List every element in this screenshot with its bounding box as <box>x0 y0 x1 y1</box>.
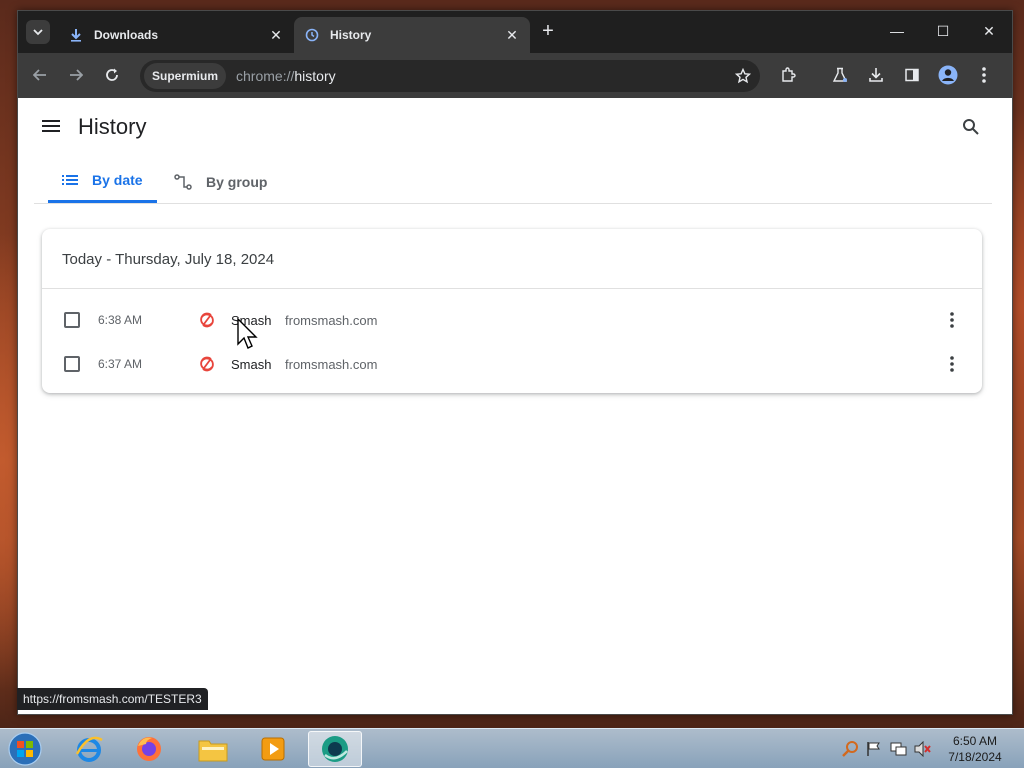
more-actions-icon[interactable] <box>942 310 962 330</box>
tab-downloads[interactable]: Downloads ✕ <box>58 17 294 53</box>
entry-domain: fromsmash.com <box>285 356 378 372</box>
date-group-header: Today - Thursday, July 18, 2024 <box>62 251 275 268</box>
extensions-icon[interactable] <box>776 63 800 87</box>
menu-kebab-icon[interactable] <box>972 63 996 87</box>
back-button[interactable] <box>28 63 52 87</box>
search-tray-icon[interactable] <box>842 741 860 757</box>
entry-checkbox[interactable] <box>64 312 80 328</box>
action-center-flag-icon[interactable] <box>866 741 884 757</box>
history-page: History By date By group Today - Thursda… <box>18 98 1012 714</box>
close-icon[interactable]: ✕ <box>504 27 520 44</box>
windows-orb-icon <box>8 732 42 766</box>
smash-favicon-icon <box>198 311 216 329</box>
history-tabs: By date By group <box>34 160 992 204</box>
more-actions-icon[interactable] <box>942 354 962 374</box>
chevron-down-icon <box>33 29 43 36</box>
side-panel-icon[interactable] <box>900 63 924 87</box>
history-icon <box>304 27 320 43</box>
smash-favicon-icon <box>198 355 216 373</box>
tab-label: By group <box>206 173 268 190</box>
url-path: history <box>294 68 336 84</box>
downloads-toolbar-icon[interactable] <box>864 63 888 87</box>
entry-time: 6:37 AM <box>98 357 143 371</box>
tab-by-date[interactable]: By date <box>48 160 157 203</box>
reload-icon <box>106 68 118 81</box>
arrow-left-icon <box>33 69 46 81</box>
browser-toolbar: Supermium chrome://history <box>18 53 1012 98</box>
minimize-button[interactable]: — <box>874 11 920 51</box>
start-button[interactable] <box>6 731 46 767</box>
download-icon <box>68 27 84 43</box>
tab-search-button[interactable] <box>26 20 50 44</box>
close-icon[interactable]: ✕ <box>268 27 284 44</box>
media-player-icon[interactable] <box>246 731 300 767</box>
supermium-icon <box>322 736 348 762</box>
bookmark-star-icon[interactable] <box>732 65 754 87</box>
supermium-browser-taskbar-button[interactable] <box>308 731 362 767</box>
entry-time: 6:38 AM <box>98 313 143 327</box>
tab-title: History <box>330 28 372 42</box>
history-day-card: Today - Thursday, July 18, 2024 6:38 AM … <box>42 229 982 393</box>
network-icon[interactable] <box>890 741 908 757</box>
arrow-right-icon <box>70 69 83 81</box>
labs-flask-icon[interactable] <box>828 63 852 87</box>
group-icon <box>174 173 192 190</box>
page-title: History <box>78 114 147 139</box>
reload-button[interactable] <box>100 63 124 87</box>
firefox-icon[interactable] <box>122 731 176 767</box>
tab-by-group[interactable]: By group <box>160 160 281 203</box>
entry-checkbox[interactable] <box>64 356 80 372</box>
hamburger-menu-icon[interactable] <box>42 118 62 138</box>
tab-history[interactable]: History ✕ <box>294 17 530 53</box>
entry-title-link[interactable]: Smash <box>231 357 271 372</box>
close-window-button[interactable]: ✕ <box>966 11 1012 51</box>
taskbar: 6:50 AM 7/18/2024 <box>0 728 1024 768</box>
tab-title: Downloads <box>94 28 159 42</box>
volume-muted-icon[interactable] <box>914 740 932 758</box>
entry-domain: fromsmash.com <box>285 312 378 328</box>
clock-time: 6:50 AM <box>952 734 998 748</box>
new-tab-button[interactable]: + <box>538 21 558 41</box>
internet-explorer-icon[interactable] <box>62 731 116 767</box>
forward-button[interactable] <box>64 63 88 87</box>
history-entry-row[interactable]: 6:38 AM Smash fromsmash.com <box>42 298 982 342</box>
address-bar[interactable]: Supermium chrome://history <box>140 60 760 92</box>
url-scheme: chrome:// <box>236 68 295 84</box>
profile-avatar-icon[interactable] <box>936 63 960 87</box>
url-text[interactable]: chrome://history <box>236 68 336 84</box>
link-status-bubble: https://fromsmash.com/TESTER3 <box>17 688 208 710</box>
browser-window: Downloads ✕ History ✕ + — ☐ ✕ Supermium <box>17 10 1013 715</box>
search-icon[interactable] <box>962 118 982 138</box>
site-chip[interactable]: Supermium <box>144 63 227 89</box>
file-explorer-icon[interactable] <box>186 731 240 767</box>
list-icon <box>62 174 78 186</box>
taskbar-clock[interactable]: 6:50 AM 7/18/2024 <box>940 733 1010 765</box>
tab-strip: Downloads ✕ History ✕ + — ☐ ✕ <box>18 11 1012 53</box>
window-controls: — ☐ ✕ <box>874 11 1012 51</box>
clock-date: 7/18/2024 <box>948 750 1002 764</box>
mouse-cursor-icon <box>236 317 258 352</box>
divider <box>42 288 982 289</box>
maximize-button[interactable]: ☐ <box>920 11 966 51</box>
history-entry-row[interactable]: 6:37 AM Smash fromsmash.com <box>42 342 982 386</box>
tab-label: By date <box>92 172 143 188</box>
